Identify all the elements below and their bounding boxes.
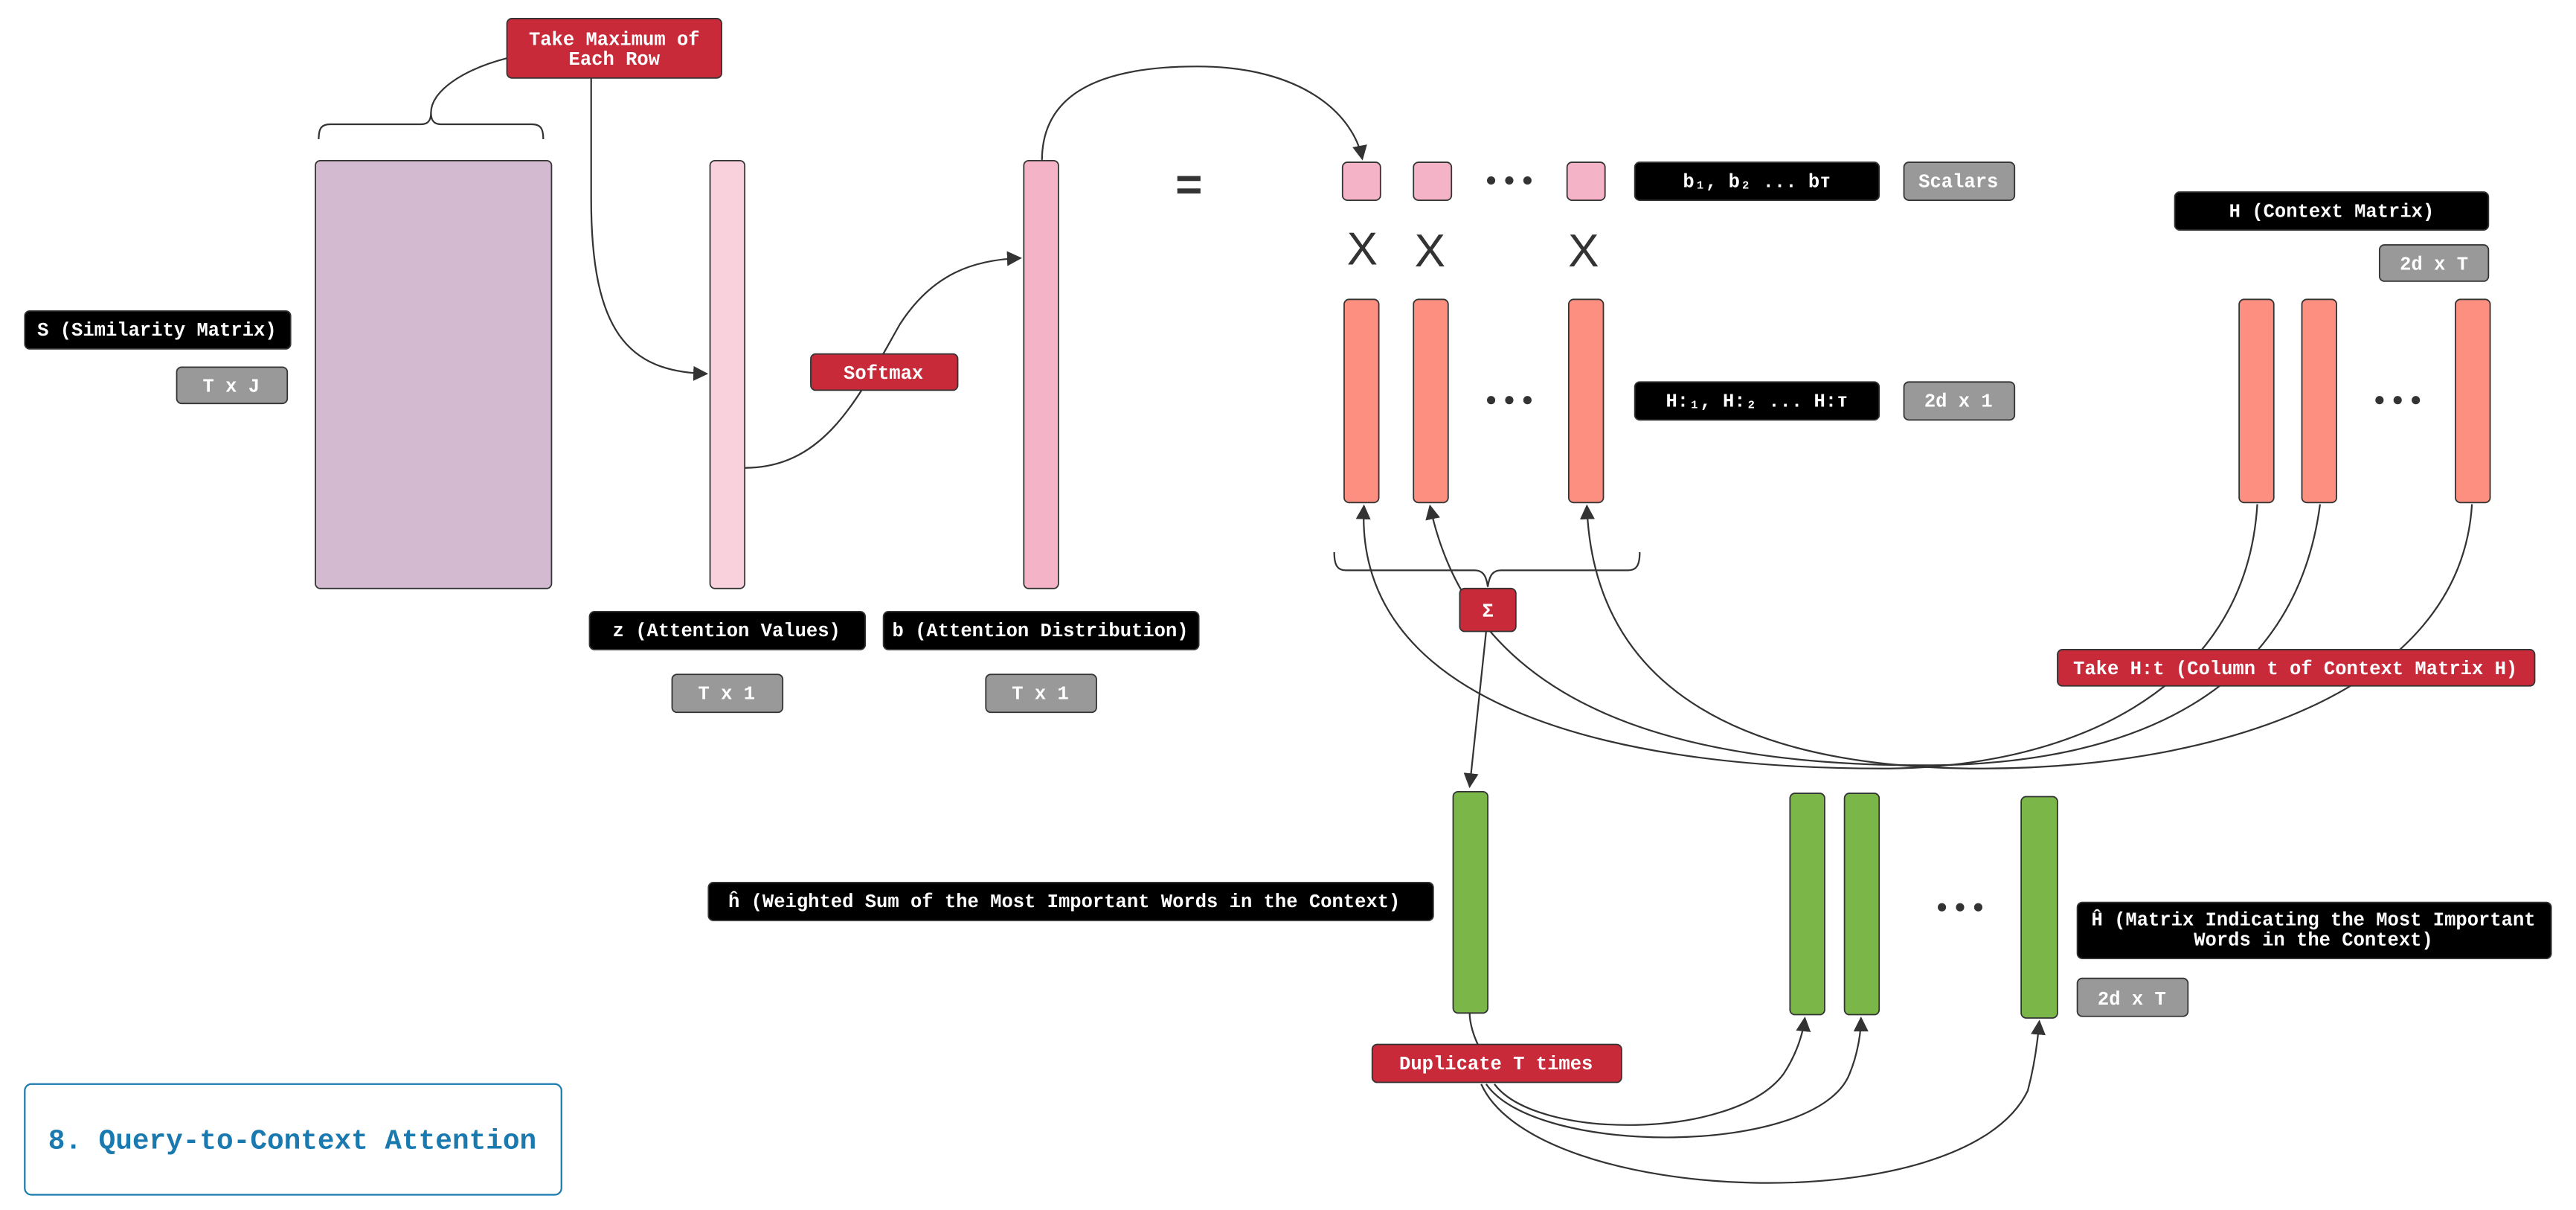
svg-text:Ĥ (Matrix Indicating the Most: Ĥ (Matrix Indicating the Most Important (2091, 909, 2535, 932)
output-matrix-label: Ĥ (Matrix Indicating the Most Important … (2076, 901, 2552, 959)
output-column-2 (1843, 793, 1880, 1016)
svg-text:T x 1: T x 1 (698, 684, 755, 705)
output-matrix-dims: 2d x T (2076, 977, 2189, 1017)
svg-text:S (Similarity Matrix): S (Similarity Matrix) (37, 320, 277, 342)
svg-text:Take H:t (Column t of Context: Take H:t (Column t of Context Matrix H) (2073, 659, 2517, 680)
edge-col2 (1425, 504, 2322, 766)
diagram-title: 8. Query-to-Context Attention (24, 1083, 562, 1196)
svg-text:z (Attention Values): z (Attention Values) (613, 621, 841, 642)
edge-hhat-to-duplicate (1468, 1013, 1479, 1045)
page-title: 8. Query-to-Context Attention (48, 1126, 536, 1157)
edge-brace-to-max (430, 57, 507, 113)
svg-text:H:₁, H:₂ ... H:ᴛ: H:₁, H:₂ ... H:ᴛ (1666, 391, 1848, 413)
ellipsis-icon (1486, 176, 1532, 185)
edge-b-to-b1 (1041, 65, 1367, 161)
context-column-1 (2238, 298, 2275, 504)
svg-text:T x 1: T x 1 (1012, 684, 1069, 705)
column-HT (1567, 298, 1605, 504)
svg-text:H (Context Matrix): H (Context Matrix) (2229, 201, 2435, 223)
context-matrix-label: H (Context Matrix) (2174, 191, 2490, 231)
context-column-2 (2301, 298, 2338, 504)
edge-max-to-z (590, 77, 709, 381)
output-column-1 (1789, 793, 1825, 1016)
attention-values-vector (709, 159, 746, 589)
columns-label: H:₁, H:₂ ... H:ᴛ (1634, 381, 1880, 421)
multiply-sign-1: X (1347, 224, 1378, 275)
svg-text:b₁, b₂ ... bᴛ: b₁, b₂ ... bᴛ (1683, 171, 1831, 193)
scalars-dims: Scalars (1903, 161, 2016, 202)
equals-sign: = (1175, 159, 1202, 211)
attention-values-dims: T x 1 (671, 673, 784, 714)
output-column-T (2020, 796, 2058, 1019)
similarity-label: S (Similarity Matrix) (24, 310, 292, 350)
column-H2 (1413, 298, 1449, 504)
context-column-T (2455, 298, 2491, 504)
columns-dims: 2d x 1 (1903, 381, 2016, 421)
similarity-matrix (315, 159, 553, 589)
multiply-sign-2: X (1415, 225, 1445, 277)
brace-similarity (318, 112, 545, 139)
brace-columns (1333, 551, 1641, 587)
svg-text:Softmax: Softmax (844, 363, 923, 385)
svg-text:ĥ (Weighted Sum of the Most Im: ĥ (Weighted Sum of the Most Important Wo… (728, 891, 1400, 913)
weighted-sum-vector (1452, 790, 1488, 1014)
svg-text:2d x 1: 2d x 1 (1924, 391, 1993, 413)
svg-text:2d x T: 2d x T (2400, 254, 2468, 275)
op-duplicate: Duplicate T times (1371, 1043, 1622, 1083)
attention-distribution-dims: T x 1 (985, 673, 1097, 714)
scalars-label: b₁, b₂ ... bᴛ (1634, 161, 1880, 202)
edge-col1 (1355, 504, 2258, 769)
op-take-max: Take Maximum of Each Row (506, 18, 722, 79)
weighted-sum-label: ĥ (Weighted Sum of the Most Important Wo… (707, 882, 1434, 921)
multiply-sign-T: X (1568, 225, 1599, 277)
ellipsis-icon (1486, 396, 1532, 405)
attention-values-label: z (Attention Values) (588, 610, 867, 650)
ellipsis-icon (1938, 903, 1982, 912)
op-take-column: Take H:t (Column t of Context Matrix H) (2057, 649, 2536, 687)
svg-text:Scalars: Scalars (1918, 171, 1998, 193)
similarity-dims: T x J (176, 366, 289, 405)
svg-text:Duplicate T times: Duplicate T times (1399, 1054, 1593, 1075)
op-take-max-line1: Take Maximum of (529, 29, 700, 51)
op-take-max-line2: Each Row (569, 49, 661, 71)
op-softmax: Softmax (810, 353, 959, 391)
svg-text:b (Attention Distribution): b (Attention Distribution) (892, 621, 1188, 642)
context-matrix-dims: 2d x T (2378, 244, 2490, 282)
attention-distribution-vector (1023, 159, 1059, 589)
column-H1 (1343, 298, 1380, 504)
svg-text:2d x T: 2d x T (2098, 989, 2166, 1011)
diagram-canvas: Take Maximum of Each Row S (Similarity M… (24, 18, 2552, 1196)
scalar-b2 (1413, 161, 1453, 202)
edge-sum-to-hhat (1463, 631, 1487, 789)
svg-text:Words in the Context): Words in the Context) (2194, 929, 2433, 951)
scalar-b1 (1341, 161, 1381, 202)
attention-distribution-label: b (Attention Distribution) (882, 610, 1200, 650)
sigma-icon: Σ (1482, 601, 1493, 623)
ellipsis-icon (2375, 396, 2421, 405)
scalar-bT (1566, 161, 1606, 202)
svg-text:T x J: T x J (203, 377, 260, 398)
op-sum: Σ (1459, 587, 1517, 633)
edge-colT (1579, 504, 2473, 769)
